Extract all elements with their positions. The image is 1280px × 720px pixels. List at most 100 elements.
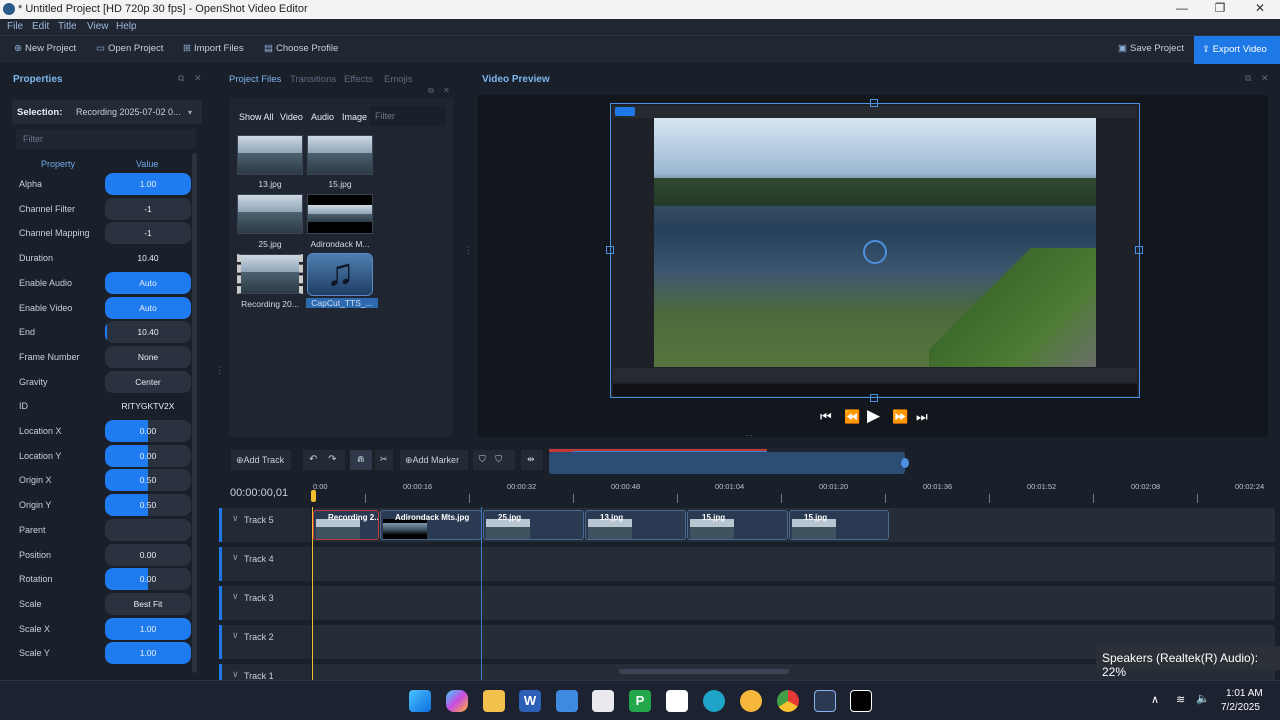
razor-icon[interactable]: ✂ <box>375 450 393 470</box>
previous-marker-icon[interactable]: ⛉ <box>479 454 486 464</box>
speaker-icon[interactable]: 🔈 <box>1196 692 1210 705</box>
file-explorer-icon[interactable] <box>483 690 505 712</box>
undo-icon[interactable]: ↶ <box>309 454 317 465</box>
jump-end-icon[interactable]: ⏭ <box>916 409 928 425</box>
rewind-icon[interactable]: ⏪ <box>844 409 860 425</box>
property-value[interactable]: 0.00 <box>105 420 191 442</box>
property-value[interactable]: 0.00 <box>105 543 191 566</box>
choose-profile-button[interactable]: ▤ Choose Profile <box>264 43 338 54</box>
tab-project-files[interactable]: Project Files <box>229 74 281 85</box>
property-value[interactable]: 0.00 <box>105 444 191 467</box>
fast-forward-icon[interactable]: ⏩ <box>892 409 908 425</box>
clock-time[interactable]: 1:01 AM <box>1226 688 1263 699</box>
chevron-down-icon[interactable]: ∨ <box>232 669 239 680</box>
export-video-button[interactable]: ⇪ Export Video <box>1194 36 1280 64</box>
filter-show-all[interactable]: Show All <box>239 112 274 122</box>
property-value[interactable]: 10.40 <box>105 247 191 269</box>
property-value[interactable]: 0.00 <box>105 568 191 591</box>
chevron-down-icon[interactable]: ∨ <box>232 513 239 524</box>
timeline-clip[interactable]: 25.jpg <box>483 510 584 540</box>
float-panel-icon[interactable]: ⧉ <box>1245 73 1251 84</box>
notepad-icon[interactable] <box>556 690 578 712</box>
zoom-handle[interactable] <box>901 458 909 468</box>
minimize-button[interactable]: — <box>1162 1 1202 18</box>
edge-icon[interactable] <box>703 690 725 712</box>
word-icon[interactable]: W <box>519 690 541 712</box>
track-header[interactable]: ∨ Track 2 <box>219 625 311 659</box>
selection-dropdown[interactable]: Recording 2025-07-02 0... <box>76 107 181 117</box>
property-value[interactable]: Auto <box>105 271 191 294</box>
snap-icon[interactable]: ⋒ <box>350 450 372 470</box>
menu-edit[interactable]: Edit <box>32 21 49 32</box>
resize-handle[interactable] <box>870 394 878 402</box>
import-files-button[interactable]: ⊞ Import Files <box>183 43 244 54</box>
video-thumbnail[interactable] <box>237 254 303 294</box>
track-lane[interactable] <box>313 586 1275 620</box>
chevron-down-icon[interactable]: ▾ <box>188 108 192 117</box>
tab-emojis[interactable]: Emojis <box>384 74 413 85</box>
filter-video[interactable]: Video <box>280 112 303 122</box>
menu-title[interactable]: Title <box>58 21 77 32</box>
next-marker-icon[interactable]: ⛉ <box>495 454 502 464</box>
snipping-tool-icon[interactable] <box>592 690 614 712</box>
zoom-range-slider[interactable] <box>549 452 905 474</box>
file-thumbnail[interactable] <box>237 135 303 175</box>
splitter-handle[interactable]: ⋮ <box>215 365 224 376</box>
wifi-icon[interactable]: ≋ <box>1176 693 1185 706</box>
crosshair-icon[interactable] <box>863 240 887 264</box>
property-value[interactable]: RITYGKTV2X <box>105 395 191 417</box>
track-lane[interactable] <box>313 547 1275 581</box>
track-header[interactable]: ∨ Track 4 <box>219 547 311 581</box>
playhead-handle[interactable] <box>311 490 316 502</box>
menu-view[interactable]: View <box>87 21 109 32</box>
property-value[interactable]: 10.40 <box>105 321 191 344</box>
track-lane[interactable]: Recording 2... Adirondack Mts.jpg 25.jpg… <box>313 508 1275 542</box>
track-header[interactable]: ∨ Track 3 <box>219 586 311 620</box>
openshot-taskbar-icon[interactable] <box>814 690 836 712</box>
timeline-clip[interactable]: 13.jpg <box>585 510 686 540</box>
file-thumbnail[interactable] <box>307 194 373 234</box>
close-panel-icon[interactable]: ✕ <box>1261 73 1269 84</box>
add-track-button[interactable]: ⊕Add Track <box>231 450 291 470</box>
weather-icon[interactable] <box>740 690 762 712</box>
splitter-handle[interactable]: ⋯ <box>745 431 753 440</box>
playhead-line[interactable] <box>312 507 313 680</box>
chevron-up-icon[interactable]: ∧ <box>1151 693 1159 706</box>
property-value[interactable]: 1.00 <box>105 642 191 665</box>
chevron-down-icon[interactable]: ∨ <box>232 591 239 602</box>
chevron-down-icon[interactable]: ∨ <box>232 552 239 563</box>
new-project-button[interactable]: ⊕ New Project <box>14 43 76 54</box>
clock-date[interactable]: 7/2/2025 <box>1221 702 1260 713</box>
filter-audio[interactable]: Audio <box>311 112 334 122</box>
close-panel-icon[interactable]: ✕ <box>194 73 202 84</box>
property-value[interactable]: Auto <box>105 296 191 319</box>
property-filter-input[interactable]: Filter <box>16 129 196 149</box>
splitter-handle[interactable]: ⋮ <box>464 245 473 256</box>
add-marker-button[interactable]: ⊕Add Marker <box>400 450 468 470</box>
resize-handle[interactable] <box>870 99 878 107</box>
property-value[interactable]: None <box>105 345 191 368</box>
resize-handle[interactable] <box>606 246 614 254</box>
preview-frame[interactable] <box>610 103 1140 398</box>
time-ruler[interactable]: 0:00 00:00:16 00:00:32 00:00:48 00:01:04 00:0… <box>313 480 1275 505</box>
publisher-icon[interactable]: P <box>629 690 651 712</box>
save-project-button[interactable]: ▣ Save Project <box>1118 43 1184 54</box>
file-thumbnail[interactable] <box>237 194 303 234</box>
open-project-button[interactable]: ▭ Open Project <box>96 43 163 54</box>
float-panel-icon[interactable]: ⧉ <box>428 86 434 96</box>
timeline-scrollbar[interactable] <box>619 669 789 674</box>
menu-help[interactable]: Help <box>116 21 137 32</box>
property-value[interactable]: 1.00 <box>105 173 191 195</box>
property-value[interactable]: -1 <box>105 222 191 245</box>
tab-effects[interactable]: Effects <box>344 74 373 85</box>
chrome-icon[interactable] <box>777 690 799 712</box>
tab-transitions[interactable]: Transitions <box>290 74 336 85</box>
timeline-zoom-overview[interactable] <box>549 448 909 474</box>
audio-thumbnail[interactable]: ♫ <box>307 253 373 296</box>
maximize-button[interactable]: ❐ <box>1200 1 1240 18</box>
float-panel-icon[interactable]: ⧉ <box>178 73 184 84</box>
property-value[interactable]: 0.50 <box>105 469 191 492</box>
jump-start-icon[interactable]: ⏮ <box>820 409 832 425</box>
track-header[interactable]: ∨ Track 1 <box>219 664 311 680</box>
close-panel-icon[interactable]: ✕ <box>443 86 450 95</box>
